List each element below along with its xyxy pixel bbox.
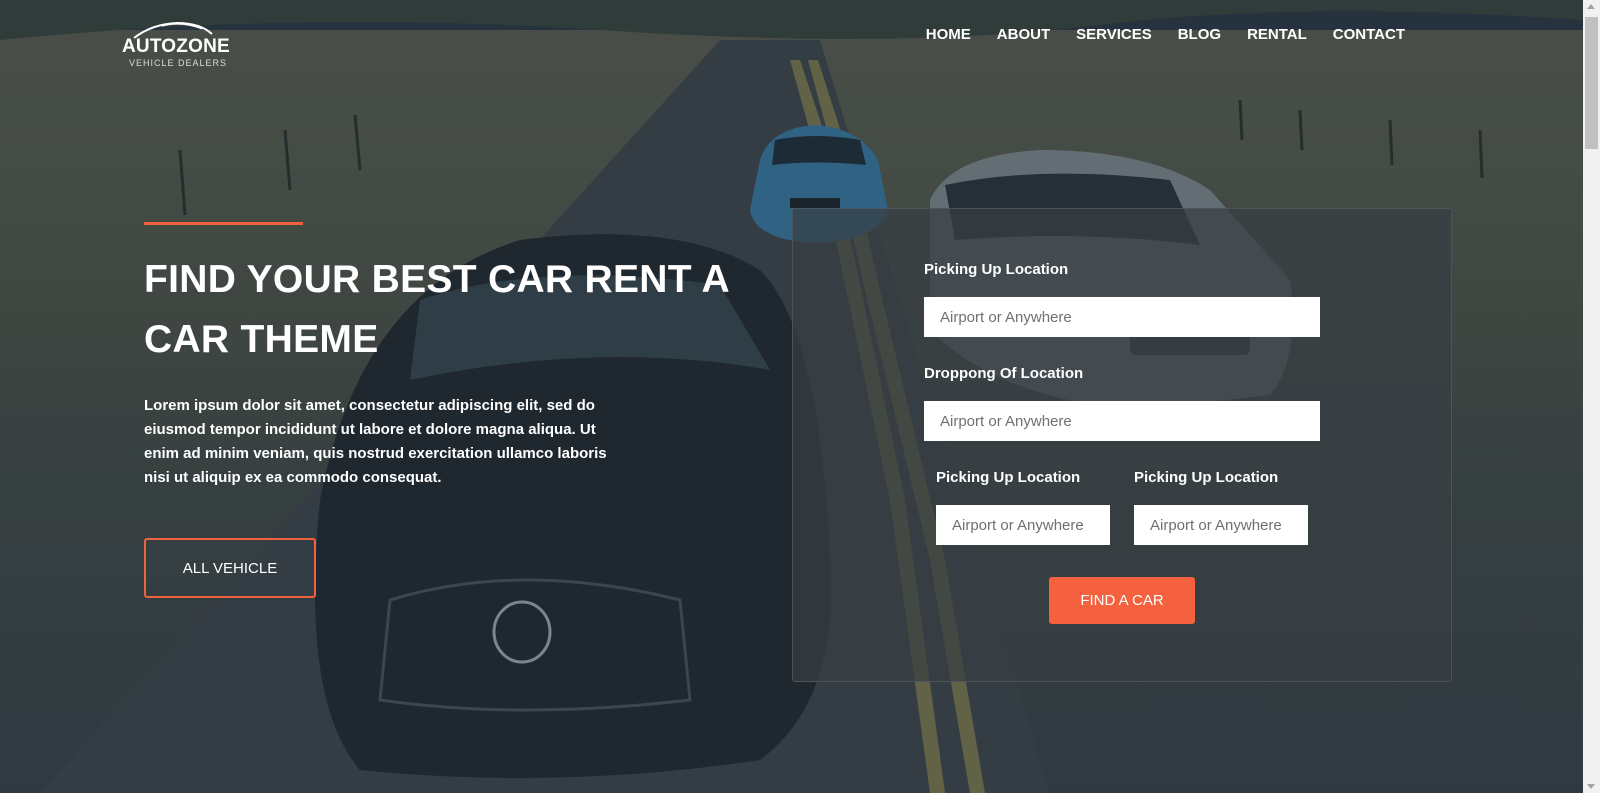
scroll-down-arrow-icon[interactable] xyxy=(1587,784,1595,789)
hero-accent-line xyxy=(144,222,303,225)
secondary-pickup-label-right: Picking Up Location xyxy=(1134,469,1279,486)
secondary-pickup-input-left[interactable] xyxy=(936,505,1110,545)
hero-title: FIND YOUR BEST CAR RENT A CAR THEME xyxy=(144,258,729,361)
secondary-pickup-label-left: Picking Up Location xyxy=(936,469,1081,486)
page-viewport: AUTOZONE VEHICLE DEALERS HOME ABOUT SERV… xyxy=(0,0,1583,793)
logo-title: AUTOZONE xyxy=(122,36,230,57)
nav-services[interactable]: SERVICES xyxy=(1076,26,1152,43)
scrollbar-thumb[interactable] xyxy=(1585,17,1598,149)
logo-tagline: VEHICLE DEALERS xyxy=(129,58,228,68)
page-scrollbar[interactable] xyxy=(1583,0,1600,793)
nav-about[interactable]: ABOUT xyxy=(997,26,1050,43)
nav-home[interactable]: HOME xyxy=(926,26,971,43)
scroll-up-arrow-icon[interactable] xyxy=(1587,4,1595,9)
all-vehicle-button[interactable]: ALL VEHICLE xyxy=(144,538,316,598)
find-a-car-button[interactable]: FIND A CAR xyxy=(1049,577,1195,624)
site-logo[interactable]: AUTOZONE VEHICLE DEALERS xyxy=(122,20,232,72)
pickup-location-input[interactable] xyxy=(924,297,1320,337)
nav-rental[interactable]: RENTAL xyxy=(1247,26,1307,43)
dropoff-location-input[interactable] xyxy=(924,401,1320,441)
dropoff-location-label: Droppong Of Location xyxy=(924,365,1084,382)
hero-description: Lorem ipsum dolor sit amet, consectetur … xyxy=(144,397,607,486)
secondary-pickup-input-right[interactable] xyxy=(1134,505,1308,545)
main-nav: HOME ABOUT SERVICES BLOG RENTAL CONTACT xyxy=(900,26,1405,43)
pickup-location-label: Picking Up Location xyxy=(924,261,1069,278)
nav-blog[interactable]: BLOG xyxy=(1178,26,1221,43)
booking-form-panel: Picking Up Location Droppong Of Location… xyxy=(792,208,1452,682)
nav-contact[interactable]: CONTACT xyxy=(1333,26,1405,43)
